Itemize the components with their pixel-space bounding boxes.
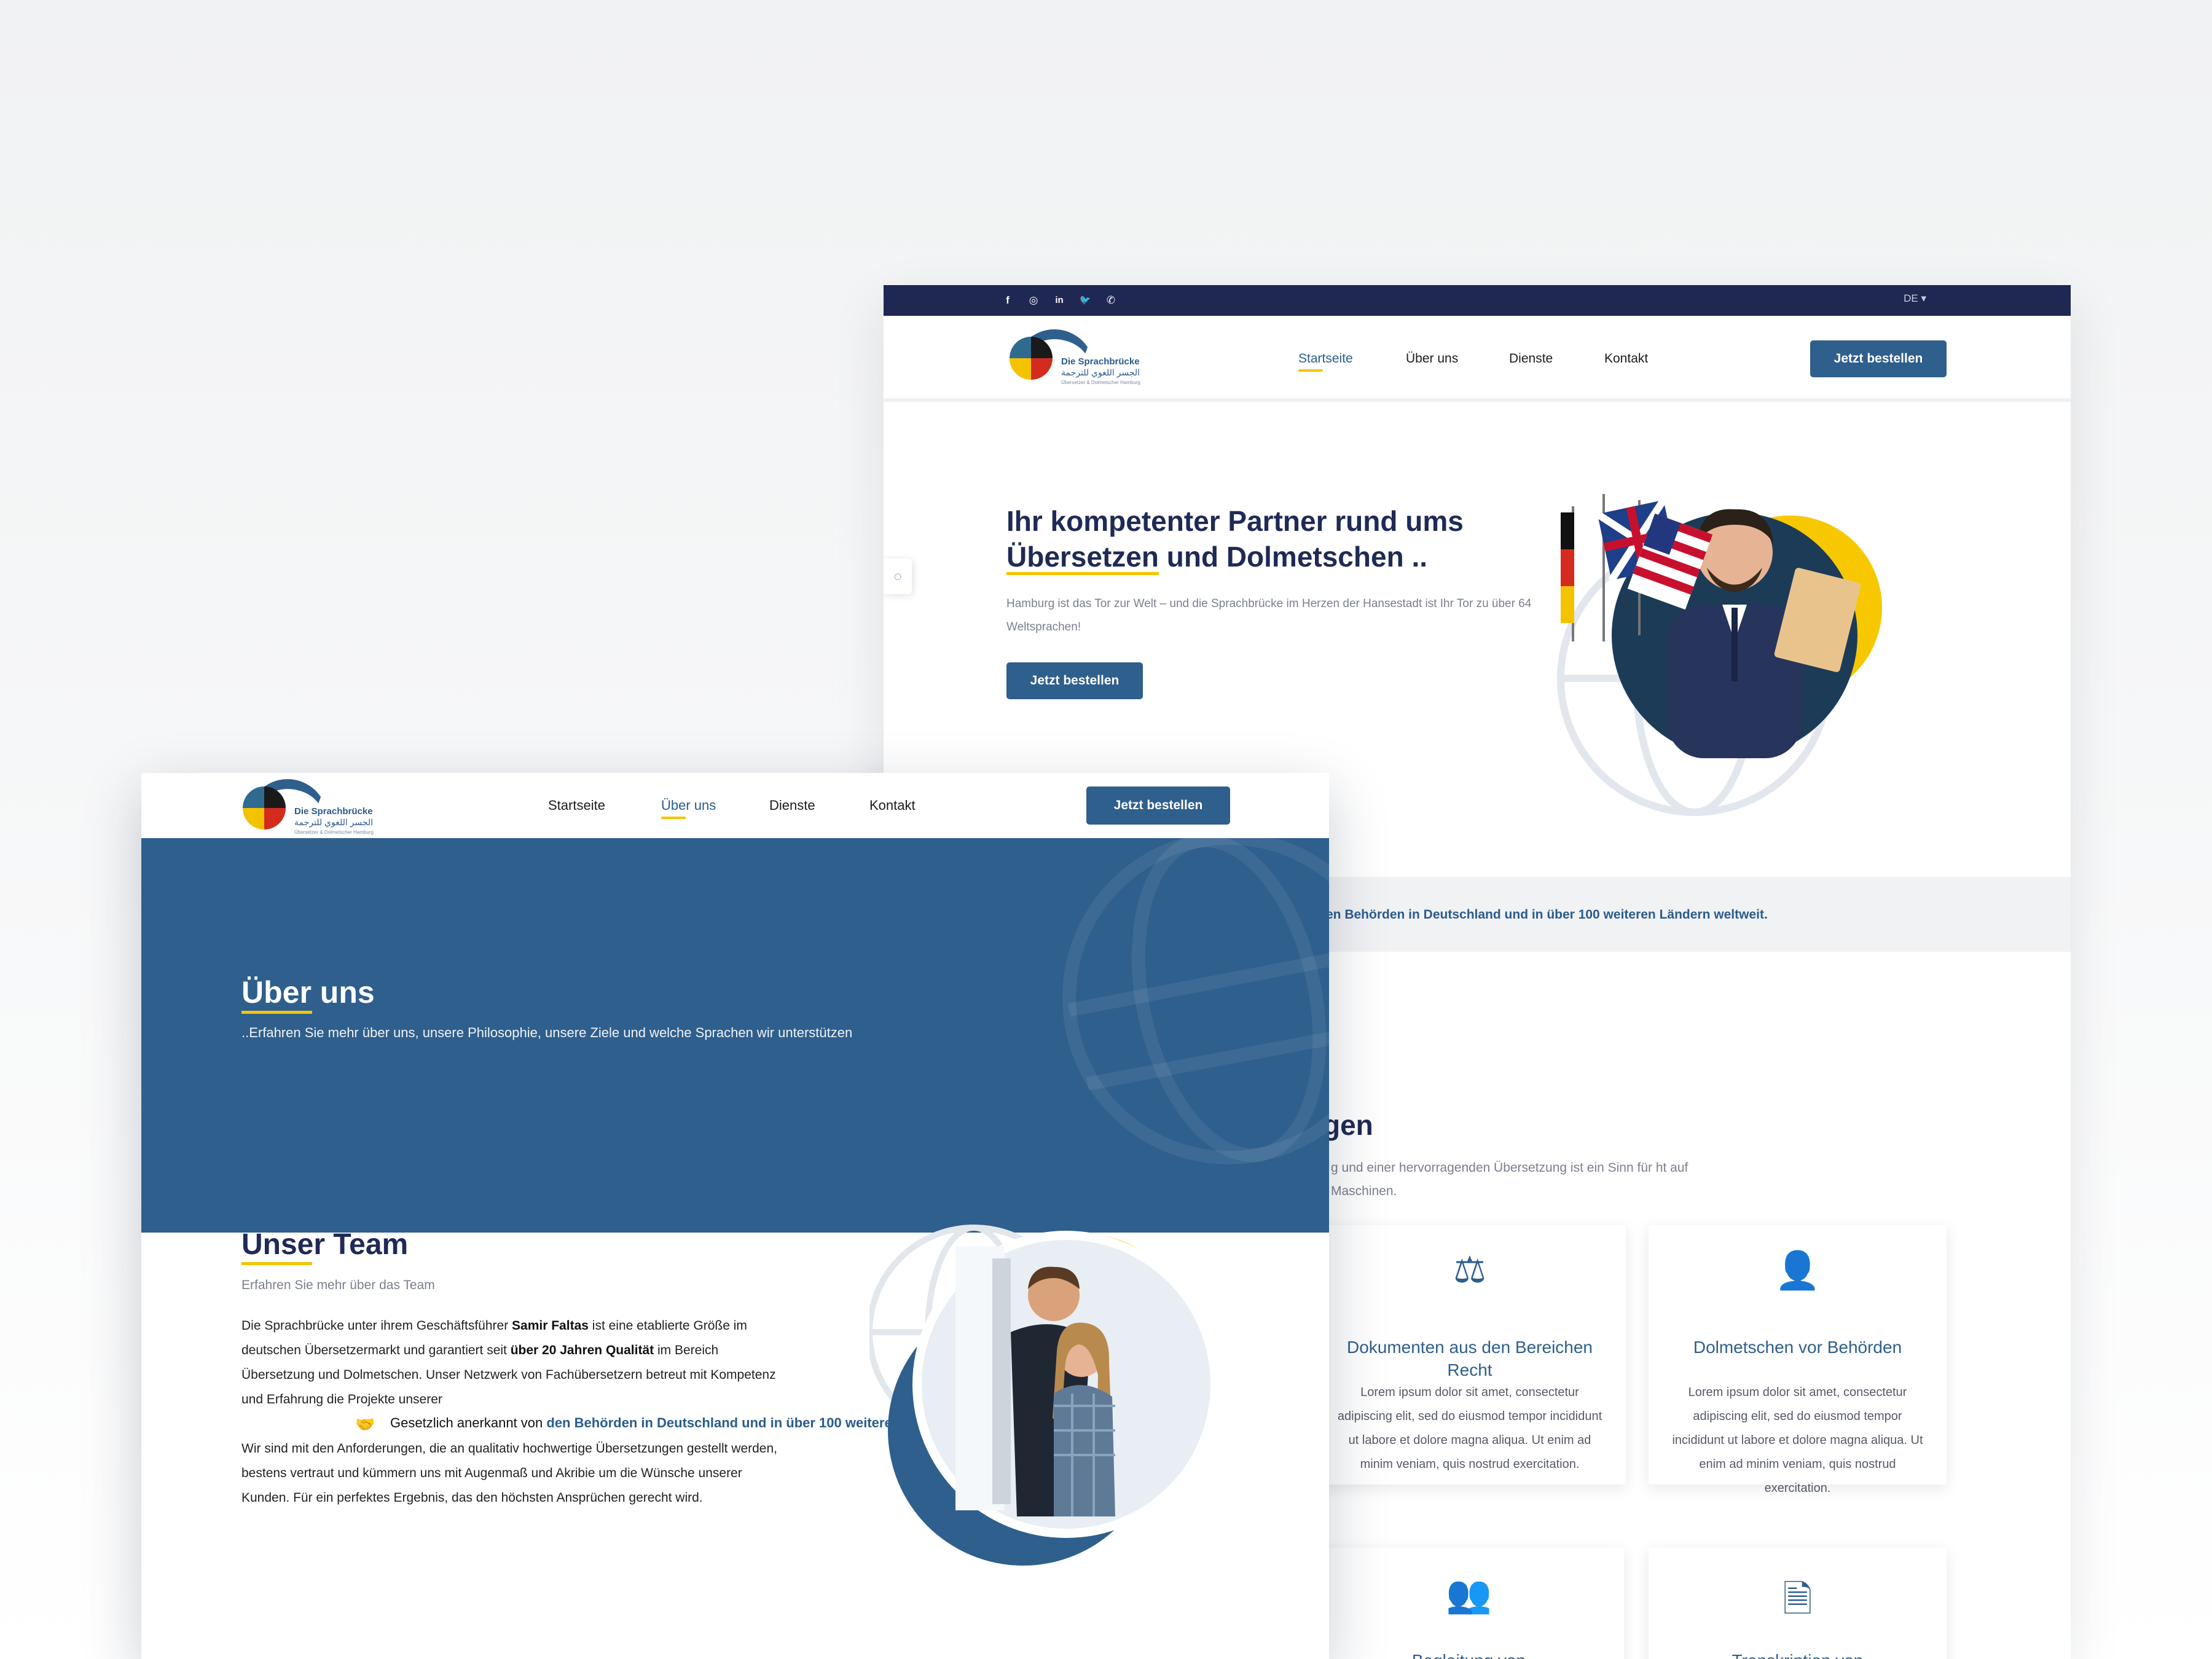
service-card-title: Begleitung von bbox=[1326, 1649, 1612, 1659]
nav-kontakt[interactable]: Kontakt bbox=[1604, 351, 1648, 366]
services-title: gen bbox=[1323, 1109, 1373, 1141]
site-header: Die Sprachbrücke الجسر اللغوي للترجمة Üb… bbox=[884, 316, 2071, 402]
hero-title-line2: und Dolmetschen .. bbox=[1158, 541, 1428, 573]
service-card-title: Dolmetschen vor Behörden bbox=[1693, 1338, 1902, 1357]
facebook-icon[interactable]: f bbox=[1000, 293, 1015, 308]
recognition-prefix: Gesetzlich anerkannt von bbox=[390, 1415, 547, 1430]
nav-ueber-uns[interactable]: Über uns bbox=[1406, 351, 1458, 366]
service-card-title: Dokumenten aus den Bereichen Recht bbox=[1346, 1338, 1593, 1379]
order-now-button[interactable]: Jetzt bestellen bbox=[1086, 786, 1230, 825]
nav-dienste[interactable]: Dienste bbox=[769, 798, 815, 814]
nav-dienste[interactable]: Dienste bbox=[1509, 351, 1553, 366]
speaker-podium-icon: 👤 bbox=[1775, 1250, 1821, 1291]
service-card[interactable]: 🗎 Transkription von bbox=[1649, 1548, 1947, 1659]
recognition-strip-text: en Behörden in Deutschland und in über 1… bbox=[1326, 908, 1768, 922]
instagram-icon[interactable]: ◎ bbox=[1026, 293, 1041, 308]
logo-tagline: Übersetzer & Dolmetscher Hamburg bbox=[1061, 380, 1140, 385]
page-subtitle: ..Erfahren Sie mehr über uns, unsere Phi… bbox=[241, 1025, 853, 1040]
logo-text-arabic: الجسر اللغوي للترجمة bbox=[1061, 367, 1140, 377]
people-chat-icon: 👥 bbox=[1446, 1574, 1492, 1615]
nav-startseite[interactable]: Startseite bbox=[548, 798, 605, 814]
logo-text: Die Sprachbrücke bbox=[1061, 356, 1140, 367]
site-header: Die Sprachbrücke الجسر اللغوي للترجمة Üb… bbox=[141, 773, 1329, 838]
site-logo[interactable]: Die Sprachbrücke الجسر اللغوي للترجمة Üb… bbox=[1010, 329, 1140, 391]
hero-title-line1: Ihr kompetenter Partner rund ums bbox=[1006, 505, 1464, 537]
whatsapp-icon[interactable]: ✆ bbox=[1104, 293, 1118, 308]
handshake-icon: 🤝 bbox=[355, 1415, 375, 1433]
logo-text-arabic: الجسر اللغوي للترجمة bbox=[294, 817, 374, 827]
nav-ueber-uns[interactable]: Über uns bbox=[661, 798, 716, 819]
nav-kontakt[interactable]: Kontakt bbox=[869, 798, 916, 814]
logo-globe bbox=[243, 786, 286, 830]
logo-tagline: Übersetzer & Dolmetscher Hamburg bbox=[294, 830, 374, 835]
page-banner: Über uns ..Erfahren Sie mehr über uns, u… bbox=[141, 838, 1329, 1233]
twitter-icon[interactable]: 🐦 bbox=[1078, 293, 1092, 308]
hero-order-button[interactable]: Jetzt bestellen bbox=[1006, 662, 1143, 699]
language-selector[interactable]: DE ▾ bbox=[1904, 292, 1926, 305]
hero-text: Hamburg ist das Tor zur Welt – und die S… bbox=[1006, 597, 1532, 633]
scale-icon: ⚖ bbox=[1453, 1249, 1486, 1290]
services-intro: g und einer hervorragenden Übersetzung i… bbox=[1331, 1161, 1688, 1198]
logo-text: Die Sprachbrücke bbox=[294, 806, 373, 817]
top-bar: f ◎ in 🐦 ✆ DE ▾ bbox=[884, 285, 2071, 316]
service-card-title: Transkription von bbox=[1661, 1649, 1934, 1659]
globe-watermark-icon bbox=[1062, 838, 1329, 1164]
team-subtitle: Erfahren Sie mehr über das Team bbox=[241, 1278, 435, 1292]
order-now-button[interactable]: Jetzt bestellen bbox=[1810, 340, 1947, 377]
service-card[interactable]: 👥 Begleitung von bbox=[1314, 1548, 1624, 1659]
hero-title-highlight: Übersetzen bbox=[1006, 541, 1159, 573]
service-card[interactable]: 👤 Dolmetschen vor Behörden Lorem ipsum d… bbox=[1649, 1225, 1947, 1495]
translation-document-icon: 🗎 bbox=[1783, 1579, 1813, 1620]
team-paragraph: Die Sprachbrücke unter ihrem Geschäftsfü… bbox=[241, 1319, 776, 1406]
logo-globe bbox=[1010, 337, 1053, 380]
team-paragraph: Wir sind mit den Anforderungen, die an q… bbox=[241, 1441, 778, 1505]
service-card-text: Lorem ipsum dolor sit amet, consectetur … bbox=[1337, 1386, 1602, 1471]
nav-startseite[interactable]: Startseite bbox=[1298, 351, 1353, 372]
team-title: Unser Team bbox=[241, 1228, 409, 1265]
linkedin-icon[interactable]: in bbox=[1052, 293, 1067, 308]
page-title: Über uns bbox=[241, 975, 375, 1014]
service-card-text: Lorem ipsum dolor sit amet, consectetur … bbox=[1672, 1386, 1923, 1495]
accessibility-widget-icon[interactable]: ◌ bbox=[884, 559, 912, 594]
team-photo-illustration bbox=[869, 1225, 1220, 1566]
flag-germany bbox=[1561, 512, 1574, 549]
hero-title: Ihr kompetenter Partner rund ums Überset… bbox=[1006, 503, 1559, 575]
service-card[interactable]: ⚖ Dokumenten aus den Bereichen Recht Lor… bbox=[1314, 1225, 1626, 1484]
hero-illustration bbox=[1557, 494, 1882, 816]
site-logo[interactable]: Die Sprachbrücke الجسر اللغوي للترجمة Üb… bbox=[243, 779, 374, 841]
about-page-window: Die Sprachbrücke الجسر اللغوي للترجمة Üb… bbox=[141, 773, 1329, 1659]
